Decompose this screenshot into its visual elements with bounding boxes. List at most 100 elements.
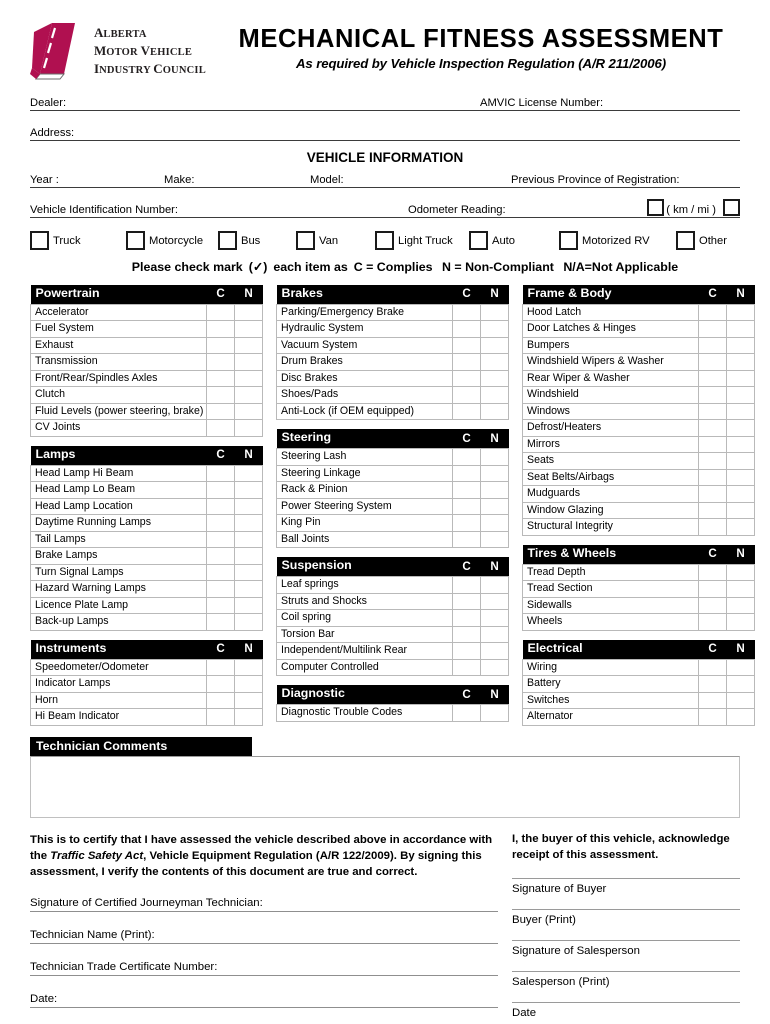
vehicle-type-other[interactable]: Other [676,231,727,250]
checklist-cell-c[interactable] [206,514,235,532]
light-truck-checkbox[interactable] [375,231,394,250]
checklist-cell-n[interactable] [234,481,263,499]
signature-line-technician-name-print[interactable]: Technician Name (Print): [30,929,498,945]
checklist-cell-c[interactable] [698,613,727,631]
checklist-cell-n[interactable] [480,625,509,644]
checklist-cell-n[interactable] [234,402,263,421]
odometer-km-checkbox[interactable] [647,199,664,216]
checklist-cell-c[interactable] [452,609,481,627]
checklist-cell-n[interactable] [480,704,509,722]
checklist-cell-c[interactable] [206,419,235,437]
bus-checkbox[interactable] [218,231,237,250]
buyer-line-salesperson-print[interactable]: Salesperson (Print) [512,970,740,988]
checklist-cell-c[interactable] [452,464,481,483]
checklist-cell-c[interactable] [698,563,727,582]
checklist-cell-c[interactable] [698,675,727,693]
checklist-cell-n[interactable] [726,369,755,388]
checklist-cell-n[interactable] [480,353,509,371]
checklist-cell-n[interactable] [234,497,263,516]
vin-odometer-field[interactable]: Vehicle Identification Number: Odometer … [30,199,740,218]
checklist-cell-n[interactable] [726,435,755,454]
checklist-cell-c[interactable] [698,691,727,710]
checklist-cell-c[interactable] [206,675,235,693]
checklist-cell-c[interactable] [206,369,235,388]
checklist-cell-c[interactable] [206,353,235,371]
checklist-cell-n[interactable] [480,530,509,549]
checklist-cell-n[interactable] [726,691,755,710]
checklist-cell-n[interactable] [234,547,263,565]
vehicle-type-van[interactable]: Van [296,231,375,250]
vehicle-basic-field[interactable]: Year : Make: Model: Previous Province of… [30,169,740,188]
buyer-line-signature-of-salesperson[interactable]: Signature of Salesperson [512,939,740,957]
checklist-cell-n[interactable] [234,464,263,483]
checklist-cell-n[interactable] [726,485,755,503]
checklist-cell-c[interactable] [206,547,235,565]
checklist-cell-n[interactable] [480,514,509,532]
checklist-cell-c[interactable] [698,419,727,437]
vehicle-type-truck[interactable]: Truck [30,231,126,250]
checklist-cell-n[interactable] [480,464,509,483]
checklist-cell-c[interactable] [452,704,481,722]
checklist-cell-n[interactable] [480,592,509,611]
truck-checkbox[interactable] [30,231,49,250]
checklist-cell-c[interactable] [698,303,727,322]
checklist-cell-c[interactable] [452,530,481,549]
checklist-cell-c[interactable] [452,497,481,516]
checklist-cell-c[interactable] [452,658,481,677]
checklist-cell-n[interactable] [726,303,755,322]
vehicle-type-motorcycle[interactable]: Motorcycle [126,231,218,250]
checklist-cell-n[interactable] [726,336,755,355]
checklist-cell-c[interactable] [206,481,235,499]
checklist-cell-n[interactable] [726,419,755,437]
checklist-cell-n[interactable] [726,353,755,371]
other-checkbox[interactable] [676,231,695,250]
checklist-cell-c[interactable] [698,402,727,421]
checklist-cell-n[interactable] [480,336,509,355]
checklist-cell-n[interactable] [234,691,263,710]
checklist-cell-n[interactable] [234,320,263,338]
odometer-mi-checkbox[interactable] [723,199,740,216]
checklist-cell-c[interactable] [698,658,727,677]
checklist-cell-c[interactable] [206,658,235,677]
buyer-line-date[interactable]: Date [512,1001,740,1019]
checklist-cell-c[interactable] [206,464,235,483]
auto-checkbox[interactable] [469,231,488,250]
checklist-cell-c[interactable] [206,320,235,338]
checklist-cell-c[interactable] [698,336,727,355]
vehicle-type-auto[interactable]: Auto [469,231,559,250]
checklist-cell-n[interactable] [480,320,509,338]
checklist-cell-c[interactable] [698,452,727,470]
checklist-cell-c[interactable] [698,468,727,487]
vehicle-type-light-truck[interactable]: Light Truck [375,231,469,250]
checklist-cell-n[interactable] [234,675,263,693]
checklist-cell-n[interactable] [234,369,263,388]
checklist-cell-c[interactable] [206,580,235,598]
checklist-cell-n[interactable] [480,303,509,322]
checklist-cell-n[interactable] [726,563,755,582]
signature-line-signature-of-certified-journeyman-technician[interactable]: Signature of Certified Journeyman Techni… [30,897,498,913]
checklist-cell-c[interactable] [698,353,727,371]
vehicle-type-motorized-rv[interactable]: Motorized RV [559,231,676,250]
checklist-cell-c[interactable] [698,518,727,536]
checklist-cell-c[interactable] [206,596,235,615]
checklist-cell-n[interactable] [726,596,755,615]
checklist-cell-n[interactable] [234,303,263,322]
checklist-cell-n[interactable] [726,675,755,693]
checklist-cell-n[interactable] [234,530,263,549]
checklist-cell-n[interactable] [726,386,755,404]
checklist-cell-n[interactable] [480,609,509,627]
checklist-cell-n[interactable] [480,576,509,594]
checklist-cell-n[interactable] [726,468,755,487]
checklist-cell-c[interactable] [698,596,727,615]
checklist-cell-c[interactable] [698,369,727,388]
checklist-cell-n[interactable] [234,596,263,615]
checklist-cell-n[interactable] [726,402,755,421]
checklist-cell-n[interactable] [726,580,755,598]
checklist-cell-n[interactable] [234,708,263,726]
checklist-cell-c[interactable] [206,708,235,726]
checklist-cell-n[interactable] [726,708,755,726]
checklist-cell-c[interactable] [698,485,727,503]
checklist-cell-c[interactable] [452,625,481,644]
buyer-line-buyer-print[interactable]: Buyer (Print) [512,908,740,926]
checklist-cell-c[interactable] [206,497,235,516]
